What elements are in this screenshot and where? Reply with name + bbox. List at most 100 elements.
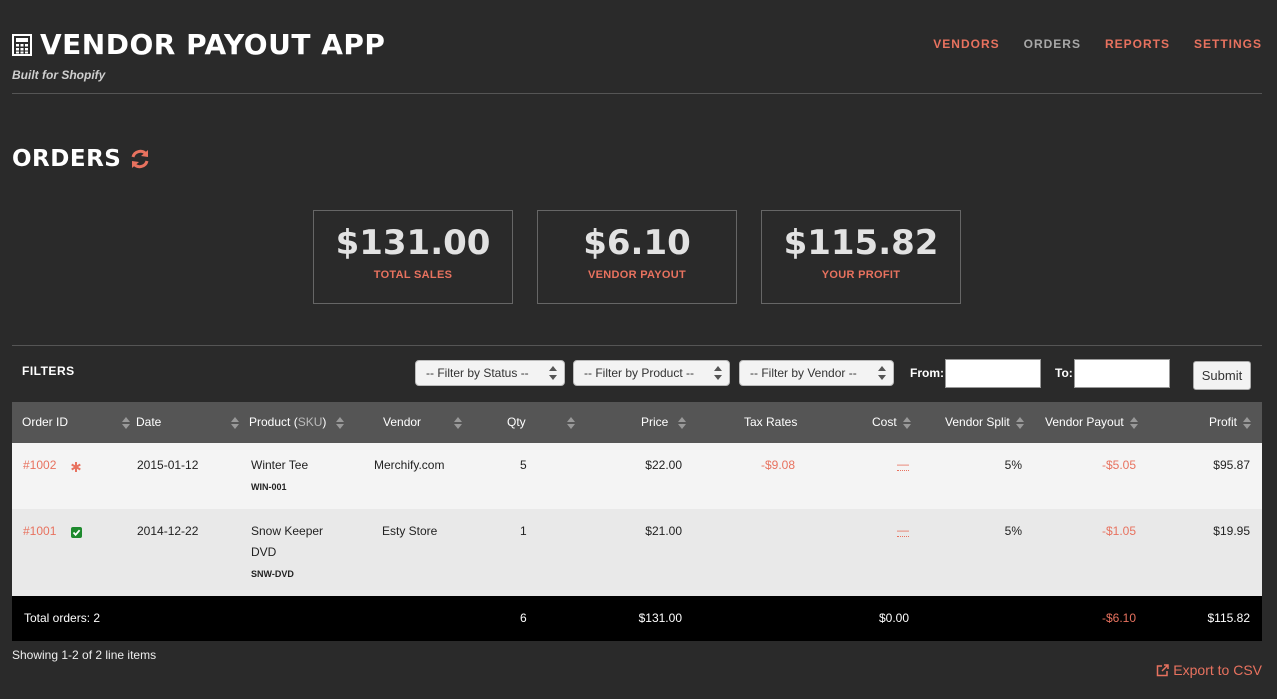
profit: $95.87 [1213, 458, 1250, 472]
col-price[interactable]: Price [641, 415, 686, 429]
vendor-payout: -$1.05 [1101, 524, 1136, 538]
product-name: Winter Tee [251, 458, 309, 472]
stat-total-sales: $131.00 TOTAL SALES [313, 210, 513, 304]
app-subtitle: Built for Shopify [12, 68, 106, 82]
tax-rate: -$9.08 [760, 458, 795, 472]
stat-value: $6.10 [583, 223, 691, 263]
app-title-text: VENDOR PAYOUT APP [40, 28, 386, 61]
nav-settings[interactable]: SETTINGS [1194, 37, 1262, 51]
product-name: Snow Keeper [251, 524, 324, 538]
sort-icon [454, 416, 463, 429]
sort-icon [230, 416, 239, 429]
col-tax-rates[interactable]: Tax Rates [744, 415, 797, 429]
qty: 1 [520, 524, 527, 538]
col-vendor-payout[interactable]: Vendor Payout [1045, 415, 1139, 429]
sort-icon [122, 416, 131, 429]
total-payout: -$6.10 [1101, 611, 1136, 625]
nav-vendors[interactable]: VENDORS [933, 37, 999, 51]
order-date: 2015-01-12 [137, 458, 199, 472]
col-vendor-split[interactable]: Vendor Split [945, 415, 1025, 429]
sort-icon [1130, 416, 1139, 429]
stat-label: YOUR PROFIT [821, 269, 901, 281]
order-date: 2014-12-22 [137, 524, 199, 538]
export-csv-label: Export to CSV [1173, 662, 1262, 678]
refresh-icon[interactable] [129, 148, 151, 170]
export-csv-link[interactable]: Export to CSV [1156, 662, 1262, 678]
vendor-filter-select[interactable]: -- Filter by Vendor -- [739, 360, 894, 386]
col-product[interactable]: Product (SKU) [249, 415, 344, 429]
col-label: Vendor [383, 415, 422, 429]
total-price: $131.00 [638, 611, 682, 625]
table-footer: Total orders: 2 6 $131.00 $0.00 -$6.10 $… [12, 596, 1262, 641]
order-id-link[interactable]: #1002 [23, 458, 56, 472]
cost-value[interactable]: — [897, 458, 909, 471]
cost-value[interactable]: — [897, 524, 909, 537]
external-link-icon [1157, 663, 1170, 676]
select-arrows-icon [714, 366, 722, 380]
col-label: Date [136, 415, 162, 429]
vendor-split: 5% [1004, 524, 1022, 538]
total-orders: Total orders: 2 [24, 611, 101, 625]
stat-value: $115.82 [783, 223, 939, 263]
order-id-link[interactable]: #1001 [23, 524, 56, 538]
vendor-name: Esty Store [382, 524, 438, 538]
product-filter-select[interactable]: -- Filter by Product -- [573, 360, 730, 386]
sort-icon [335, 416, 344, 429]
select-arrows-icon [549, 366, 557, 380]
vendor-payout: -$5.05 [1101, 458, 1136, 472]
from-date-input[interactable] [945, 359, 1041, 388]
from-label: From: [910, 366, 944, 380]
qty: 5 [520, 458, 527, 472]
table-row: #1001 2014-12-22 Snow Keeper DVD SNW-DVD… [12, 509, 1262, 596]
orders-table: Order ID Date Product (SKU) Vendor Qty P… [12, 402, 1262, 641]
total-cost: $0.00 [878, 611, 909, 625]
stat-your-profit: $115.82 YOUR PROFIT [761, 210, 961, 304]
nav-orders[interactable]: ORDERS [1024, 37, 1081, 51]
check-square-icon [71, 525, 82, 543]
filters-bar: FILTERS -- Filter by Status -- -- Filter… [12, 345, 1262, 403]
page-title-text: ORDERS [12, 146, 122, 172]
col-vendor[interactable]: Vendor [383, 415, 463, 429]
to-label: To: [1055, 366, 1073, 380]
sort-icon [567, 416, 576, 429]
calculator-icon [12, 33, 32, 56]
stat-vendor-payout: $6.10 VENDOR PAYOUT [537, 210, 737, 304]
total-profit: $115.82 [1207, 611, 1251, 625]
sort-icon [903, 416, 912, 429]
total-qty: 6 [520, 611, 527, 625]
summary-stats: $131.00 TOTAL SALES $6.10 VENDOR PAYOUT … [313, 210, 961, 304]
table-header: Order ID Date Product (SKU) Vendor Qty P… [12, 402, 1262, 443]
col-label: Vendor Split [945, 415, 1010, 429]
page-title: ORDERS [12, 146, 151, 172]
nav-reports[interactable]: REPORTS [1105, 37, 1170, 51]
col-label: Price [641, 415, 669, 429]
product-name-line2: DVD [251, 545, 277, 559]
status-filter-select[interactable]: -- Filter by Status -- [415, 360, 565, 386]
col-label: Profit [1209, 415, 1238, 429]
col-date[interactable]: Date [136, 415, 239, 429]
to-date-input[interactable] [1074, 359, 1170, 388]
col-label: Cost [872, 415, 897, 429]
price: $22.00 [645, 458, 682, 472]
col-label: Tax Rates [744, 415, 798, 429]
col-cost[interactable]: Cost [872, 415, 912, 429]
profit: $19.95 [1213, 524, 1250, 538]
main-nav: VENDORS ORDERS REPORTS SETTINGS [933, 37, 1262, 51]
pagination-summary: Showing 1-2 of 2 line items [12, 648, 157, 662]
sort-icon [677, 416, 686, 429]
col-order-id[interactable]: Order ID [22, 415, 131, 429]
product-filter-value: -- Filter by Product -- [584, 366, 695, 380]
col-label: Order ID [22, 415, 69, 429]
stat-label: TOTAL SALES [373, 269, 453, 281]
vendor-filter-value: -- Filter by Vendor -- [750, 366, 857, 380]
vendor-name: Merchify.com [374, 458, 445, 472]
select-arrows-icon [878, 366, 886, 380]
vendor-split: 5% [1004, 458, 1022, 472]
asterisk-icon [71, 459, 81, 477]
stat-value: $131.00 [335, 223, 491, 263]
submit-button[interactable]: Submit [1193, 361, 1251, 390]
col-label: Vendor Payout [1045, 415, 1124, 429]
col-qty[interactable]: Qty [507, 415, 576, 429]
status-filter-value: -- Filter by Status -- [426, 366, 529, 380]
col-profit[interactable]: Profit [1209, 415, 1252, 429]
